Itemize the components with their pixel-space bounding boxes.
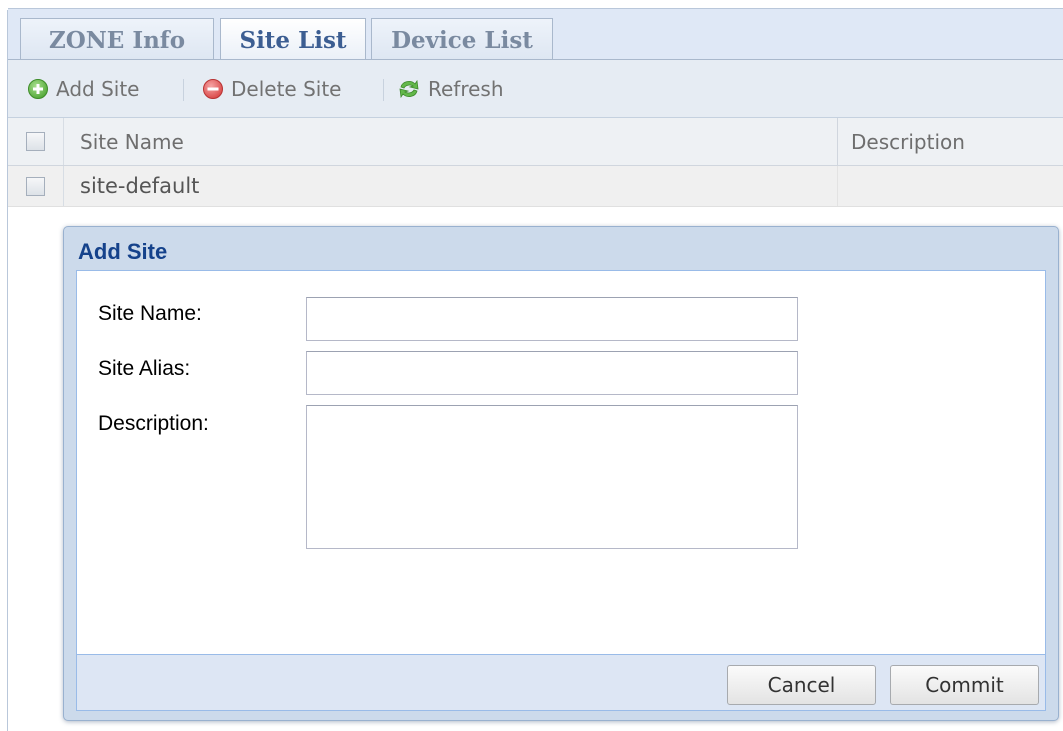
plus-circle-icon bbox=[28, 79, 48, 99]
row-checkbox[interactable] bbox=[26, 176, 45, 196]
header-checkbox-cell bbox=[8, 118, 64, 165]
description-label: Description: bbox=[98, 412, 209, 435]
column-divider bbox=[837, 166, 838, 206]
column-header-description[interactable]: Description bbox=[851, 118, 965, 165]
toolbar: Add Site Delete Site Refresh bbox=[8, 60, 1063, 118]
tab-device-list[interactable]: Device List bbox=[371, 18, 553, 61]
site-name-input[interactable] bbox=[306, 297, 798, 341]
column-divider bbox=[837, 118, 838, 165]
dialog-footer: Cancel Commit bbox=[76, 655, 1046, 711]
add-site-dialog: Add Site Site Name: Site Alias: Descript… bbox=[63, 226, 1059, 721]
table-row[interactable]: site-default bbox=[8, 166, 1063, 207]
toolbar-separator bbox=[183, 79, 184, 101]
add-site-label: Add Site bbox=[56, 77, 140, 101]
refresh-arrows-icon bbox=[399, 79, 419, 99]
site-name-cell: site-default bbox=[80, 174, 200, 198]
dialog-title: Add Site bbox=[78, 239, 168, 264]
site-alias-label: Site Alias: bbox=[98, 357, 191, 380]
add-site-button[interactable]: Add Site bbox=[27, 60, 139, 118]
tab-bar: ZONE Info Site List Device List bbox=[8, 8, 1063, 62]
commit-button[interactable]: Commit bbox=[890, 665, 1039, 705]
tab-site-list[interactable]: Site List bbox=[220, 18, 366, 62]
row-checkbox-cell bbox=[8, 166, 64, 206]
dialog-form: Site Name: Site Alias: Description: bbox=[76, 270, 1046, 655]
delete-site-label: Delete Site bbox=[231, 77, 342, 101]
tab-zone-info[interactable]: ZONE Info bbox=[20, 18, 214, 61]
zone-manager-panel: ZONE Info Site List Device List Add Site… bbox=[0, 0, 1063, 731]
site-alias-input[interactable] bbox=[306, 351, 798, 395]
cancel-button[interactable]: Cancel bbox=[727, 665, 876, 705]
description-textarea[interactable] bbox=[306, 405, 798, 549]
refresh-label: Refresh bbox=[428, 77, 504, 101]
column-header-site-name[interactable]: Site Name bbox=[80, 118, 184, 165]
refresh-button[interactable]: Refresh bbox=[397, 60, 504, 118]
site-name-label: Site Name: bbox=[98, 302, 202, 325]
grid-header: Site Name Description bbox=[8, 118, 1063, 166]
select-all-checkbox[interactable] bbox=[26, 132, 45, 151]
delete-site-button[interactable]: Delete Site bbox=[202, 60, 341, 118]
minus-circle-icon bbox=[203, 79, 223, 99]
toolbar-separator bbox=[383, 79, 384, 101]
